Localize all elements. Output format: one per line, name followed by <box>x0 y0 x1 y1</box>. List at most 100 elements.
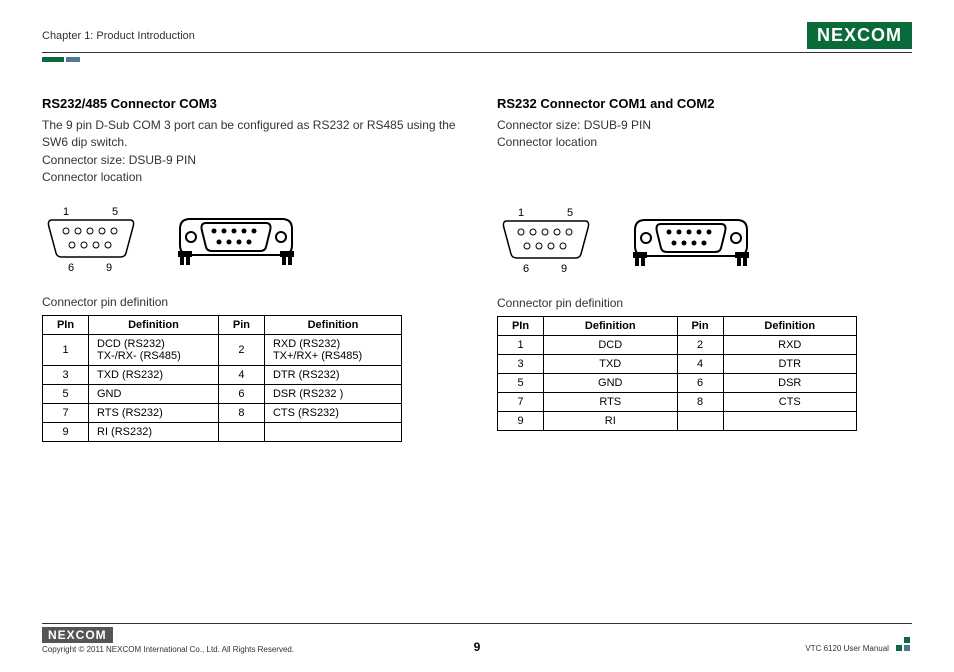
table-row: 7RTS (RS232)8CTS (RS232) <box>43 403 402 422</box>
pin-label-br: 9 <box>106 262 112 274</box>
table-row: 3TXD (RS232)4DTR (RS232) <box>43 365 402 384</box>
cell: RXD (RS232) TX+/RX+ (RS485) <box>264 334 401 365</box>
th: Definition <box>89 315 219 334</box>
th: PIn <box>43 315 89 334</box>
cell: DSR (RS232 ) <box>264 384 401 403</box>
th: Definition <box>723 316 857 335</box>
table-row: 1DCD2RXD <box>498 335 857 354</box>
chapter-title: Chapter 1: Product Introduction <box>42 30 195 42</box>
pin-label-bl: 6 <box>523 263 529 275</box>
table-row: 5GND6DSR (RS232 ) <box>43 384 402 403</box>
right-p1: Connector size: DSUB-9 PIN <box>497 117 912 134</box>
cell: 2 <box>218 334 264 365</box>
table-row: 9RI (RS232) <box>43 422 402 441</box>
right-table-title: Connector pin definition <box>497 296 912 310</box>
col-right: RS232 Connector COM1 and COM2 Connector … <box>497 96 912 442</box>
cell: CTS <box>723 392 857 411</box>
th: Definition <box>264 315 401 334</box>
brand-text: NEXCOM <box>817 25 902 46</box>
cell: DTR (RS232) <box>264 365 401 384</box>
cell <box>723 411 857 430</box>
manual-name: VTC 6120 User Manual <box>805 644 889 653</box>
right-p2: Connector location <box>497 134 912 151</box>
cell: RI <box>544 411 678 430</box>
table-header-row: PIn Definition Pin Definition <box>43 315 402 334</box>
cell: TXD (RS232) <box>89 365 219 384</box>
cell: 7 <box>498 392 544 411</box>
pin-label-tr: 5 <box>567 207 573 219</box>
cell: 9 <box>43 422 89 441</box>
pin-label-br: 9 <box>561 263 567 275</box>
cell: 6 <box>218 384 264 403</box>
dsub-connector-icon <box>631 212 751 270</box>
pin-label-tl: 1 <box>63 206 69 218</box>
cell: 3 <box>498 354 544 373</box>
cell: 1 <box>498 335 544 354</box>
pin-label-bl: 6 <box>68 262 74 274</box>
cell: 6 <box>677 373 723 392</box>
cell <box>677 411 723 430</box>
cell: 5 <box>498 373 544 392</box>
brand-logo-footer: NEXCOM <box>42 627 113 643</box>
pin-label-tl: 1 <box>518 207 524 219</box>
cell: DCD (RS232) TX-/RX- (RS485) <box>89 334 219 365</box>
pin-label-tr: 5 <box>112 206 118 218</box>
cell: 4 <box>218 365 264 384</box>
table-header-row: PIn Definition Pin Definition <box>498 316 857 335</box>
cell: DTR <box>723 354 857 373</box>
footer-right: VTC 6120 User Manual <box>805 635 912 654</box>
cell: 4 <box>677 354 723 373</box>
right-diagrams: 1 5 6 9 <box>501 206 912 276</box>
left-p2: Connector size: DSUB-9 PIN <box>42 152 457 169</box>
th: PIn <box>498 316 544 335</box>
dsub-outline-icon: 1 5 6 9 <box>501 206 591 276</box>
cell: 1 <box>43 334 89 365</box>
content-area: RS232/485 Connector COM3 The 9 pin D-Sub… <box>42 96 912 442</box>
cell: GND <box>544 373 678 392</box>
col-left: RS232/485 Connector COM3 The 9 pin D-Sub… <box>42 96 457 442</box>
cell: DSR <box>723 373 857 392</box>
cell: TXD <box>544 354 678 373</box>
dsub-outline-icon: 1 5 6 9 <box>46 205 136 275</box>
cell: DCD <box>544 335 678 354</box>
footer-corner-icon <box>896 635 912 654</box>
table-row: 9RI <box>498 411 857 430</box>
page-footer: NEXCOM Copyright © 2011 NEXCOM Internati… <box>42 623 912 654</box>
accent-seg-green <box>42 57 64 62</box>
left-pin-table: PIn Definition Pin Definition 1DCD (RS23… <box>42 315 402 442</box>
footer-rule <box>42 623 912 624</box>
cell: 9 <box>498 411 544 430</box>
cell: 3 <box>43 365 89 384</box>
cell: CTS (RS232) <box>264 403 401 422</box>
left-diagrams: 1 5 6 9 <box>46 205 457 275</box>
accent-seg-blue <box>66 57 80 62</box>
cell: RTS (RS232) <box>89 403 219 422</box>
cell: 7 <box>43 403 89 422</box>
dsub-connector-icon <box>176 211 296 269</box>
footer-line: NEXCOM Copyright © 2011 NEXCOM Internati… <box>42 627 912 654</box>
cell: RXD <box>723 335 857 354</box>
left-table-title: Connector pin definition <box>42 295 457 309</box>
cell: GND <box>89 384 219 403</box>
left-p3: Connector location <box>42 169 457 186</box>
page-header: Chapter 1: Product Introduction NEXCOM <box>42 22 912 53</box>
cell: 8 <box>677 392 723 411</box>
cell: RI (RS232) <box>89 422 219 441</box>
table-row: 5GND6DSR <box>498 373 857 392</box>
copyright-text: Copyright © 2011 NEXCOM International Co… <box>42 645 294 654</box>
th: Pin <box>218 315 264 334</box>
cell: 8 <box>218 403 264 422</box>
right-title: RS232 Connector COM1 and COM2 <box>497 96 912 111</box>
footer-left: NEXCOM Copyright © 2011 NEXCOM Internati… <box>42 627 294 654</box>
table-row: 3TXD4DTR <box>498 354 857 373</box>
brand-logo-top: NEXCOM <box>807 22 912 49</box>
right-pin-table: PIn Definition Pin Definition 1DCD2RXD 3… <box>497 316 857 431</box>
cell: 5 <box>43 384 89 403</box>
table-row: 7RTS8CTS <box>498 392 857 411</box>
cell <box>264 422 401 441</box>
cell: 2 <box>677 335 723 354</box>
left-title: RS232/485 Connector COM3 <box>42 96 457 111</box>
th: Definition <box>544 316 678 335</box>
page-number: 9 <box>474 640 481 654</box>
cell: RTS <box>544 392 678 411</box>
